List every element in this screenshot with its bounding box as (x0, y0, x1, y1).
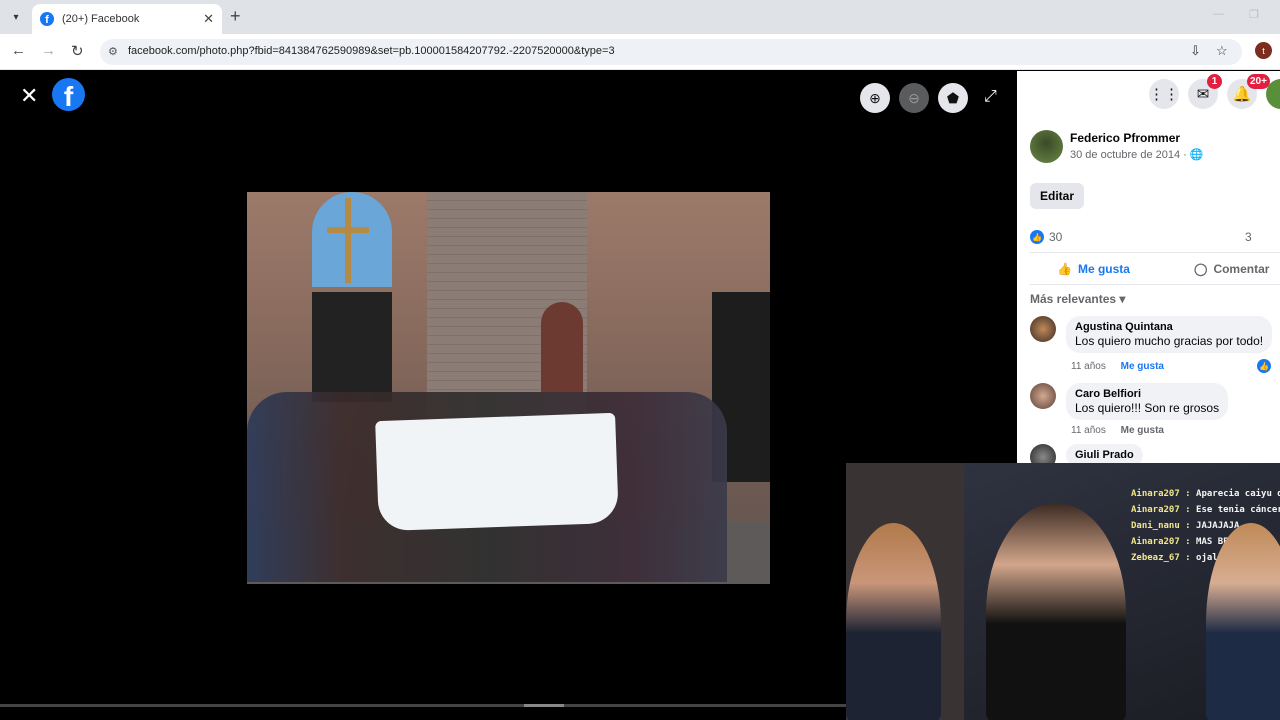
comment-button-label: Comentar (1213, 262, 1270, 276)
post-date[interactable]: 30 de octubre de 2014 · 🌐 (1070, 148, 1204, 161)
zoom-out-icon[interactable]: ⊖ (899, 83, 929, 113)
streamer-left (846, 523, 941, 720)
like-count: 30 (1049, 230, 1063, 244)
comment-meta: 11 años Me gusta (1071, 425, 1164, 436)
webcam-overlay: Ainara207 : Aparecia caiyu de la r Ainar… (846, 463, 1280, 720)
install-app-icon[interactable]: ⇩ (1190, 43, 1201, 59)
chat-message: Dani_nanu : JAJAJAJA (1131, 521, 1239, 531)
comment-sort-dropdown[interactable]: Más relevantes ▾ (1030, 292, 1125, 306)
new-tab-button[interactable]: + (230, 6, 241, 27)
photo-door (312, 292, 392, 402)
facebook-favicon-icon: f (40, 12, 54, 26)
profile-avatar[interactable]: t (1255, 42, 1272, 59)
comment-bubble: Agustina Quintana Los quiero mucho graci… (1066, 316, 1273, 353)
comment-count[interactable]: 3 (1245, 230, 1252, 244)
chat-message: Zebeaz_67 : ojalá (1131, 553, 1223, 563)
post-photo (247, 192, 770, 584)
zoom-in-icon[interactable]: ⊕ (860, 83, 890, 113)
site-info-icon[interactable]: ⚙ (108, 45, 118, 58)
forward-arrow-icon[interactable]: → (41, 42, 56, 59)
minimize-icon[interactable]: — (1213, 8, 1224, 20)
tab-close-icon[interactable]: ✕ (203, 11, 214, 27)
horizontal-scrollbar[interactable] (0, 704, 846, 707)
reactions-summary[interactable]: 👍 30 (1030, 230, 1062, 244)
comment-text: Los quiero!!! Son re grosos (1075, 401, 1220, 415)
comment-age[interactable]: 11 años (1071, 361, 1106, 372)
chat-user: Ainara207 : (1131, 537, 1191, 547)
reload-icon[interactable]: ↻ (71, 42, 84, 60)
tab-title: (20+) Facebook (62, 13, 140, 25)
menu-grid-icon[interactable]: ⋮⋮ (1149, 79, 1179, 109)
scrollbar-thumb[interactable] (524, 704, 564, 707)
chat-user: Zebeaz_67 : (1131, 553, 1191, 563)
commenter-name[interactable]: Agustina Quintana (1075, 321, 1263, 333)
chat-user: Ainara207 : (1131, 505, 1191, 515)
comment-text: Los quiero mucho gracias por todo! (1075, 334, 1264, 348)
bookmark-star-icon[interactable]: ☆ (1216, 43, 1228, 59)
comment-button[interactable]: ◯ Comentar (1194, 262, 1280, 276)
comment-like-link[interactable]: Me gusta (1121, 425, 1164, 436)
facebook-logo[interactable]: f (52, 78, 85, 111)
edit-button[interactable]: Editar (1030, 183, 1085, 209)
commenter-avatar[interactable] (1030, 383, 1056, 409)
chat-user: Ainara207 : (1131, 489, 1191, 499)
commenter-avatar[interactable] (1030, 316, 1056, 342)
chat-user: Dani_nanu : (1131, 521, 1191, 531)
commenter-name[interactable]: Giuli Prado (1075, 449, 1134, 461)
photo-banner (375, 412, 619, 532)
chat-message: Ainara207 : Ese tenia cáncer crec (1131, 505, 1280, 515)
close-viewer-icon[interactable]: ✕ (20, 83, 38, 109)
browser-tab-strip: ▾ f (20+) Facebook ✕ + — ❐ (0, 0, 1280, 34)
post-info-panel: ⋮⋮ ✉ 1 🔔 20+ Federico Pfrommer 30 de oct… (1017, 71, 1280, 463)
messenger-badge: 1 (1207, 74, 1222, 89)
like-button-label: Me gusta (1077, 262, 1130, 276)
restore-icon[interactable]: ❐ (1249, 8, 1259, 21)
commenter-avatar[interactable] (1030, 444, 1056, 463)
photo-cross-bar (327, 227, 369, 233)
chat-message: Ainara207 : MAS BE (1131, 537, 1229, 547)
tag-icon[interactable]: ⬟ (938, 83, 968, 113)
photo-window (312, 192, 392, 287)
address-bar[interactable]: ⚙ facebook.com/photo.php?fbid=8413847625… (100, 39, 1242, 65)
chat-message: Ainara207 : Aparecia caiyu de la r (1131, 489, 1280, 499)
comment-bubble: Caro Belfiori Los quiero!!! Son re groso… (1066, 383, 1229, 420)
photo-niche (541, 302, 583, 392)
chat-text: JAJAJAJA (1196, 521, 1240, 531)
chat-text: Ese tenia cáncer crec (1196, 505, 1280, 515)
chat-text: Aparecia caiyu de la r (1196, 489, 1280, 499)
comment-like-reaction-icon[interactable]: 👍 (1257, 359, 1271, 373)
browser-tab[interactable]: f (20+) Facebook ✕ (32, 4, 222, 34)
thumbs-up-icon: 👍 (1057, 262, 1072, 276)
back-arrow-icon[interactable]: ← (11, 42, 26, 59)
browser-toolbar: ← → ↻ ⚙ facebook.com/photo.php?fbid=8413… (0, 34, 1280, 70)
url-text[interactable]: facebook.com/photo.php?fbid=841384762590… (128, 45, 615, 57)
comment-age[interactable]: 11 años (1071, 425, 1106, 436)
commenter-name[interactable]: Caro Belfiori (1075, 388, 1219, 400)
like-reaction-icon: 👍 (1030, 230, 1044, 244)
photo-cross (345, 198, 351, 283)
comment-bubble: Giuli Prado (1066, 444, 1143, 463)
comment-like-link[interactable]: Me gusta (1121, 361, 1164, 372)
streamer-center (986, 503, 1126, 720)
author-name[interactable]: Federico Pfrommer (1070, 131, 1180, 145)
tab-search-chevron-icon[interactable]: ▾ (6, 7, 26, 27)
divider (1030, 252, 1280, 253)
comment-bubble-icon: ◯ (1194, 262, 1208, 276)
comment-meta: 11 años Me gusta (1071, 361, 1164, 372)
like-button[interactable]: 👍 Me gusta (1057, 262, 1130, 276)
fullscreen-icon[interactable]: ⤢ (984, 88, 997, 106)
divider (1030, 284, 1280, 285)
author-avatar[interactable] (1030, 130, 1063, 163)
